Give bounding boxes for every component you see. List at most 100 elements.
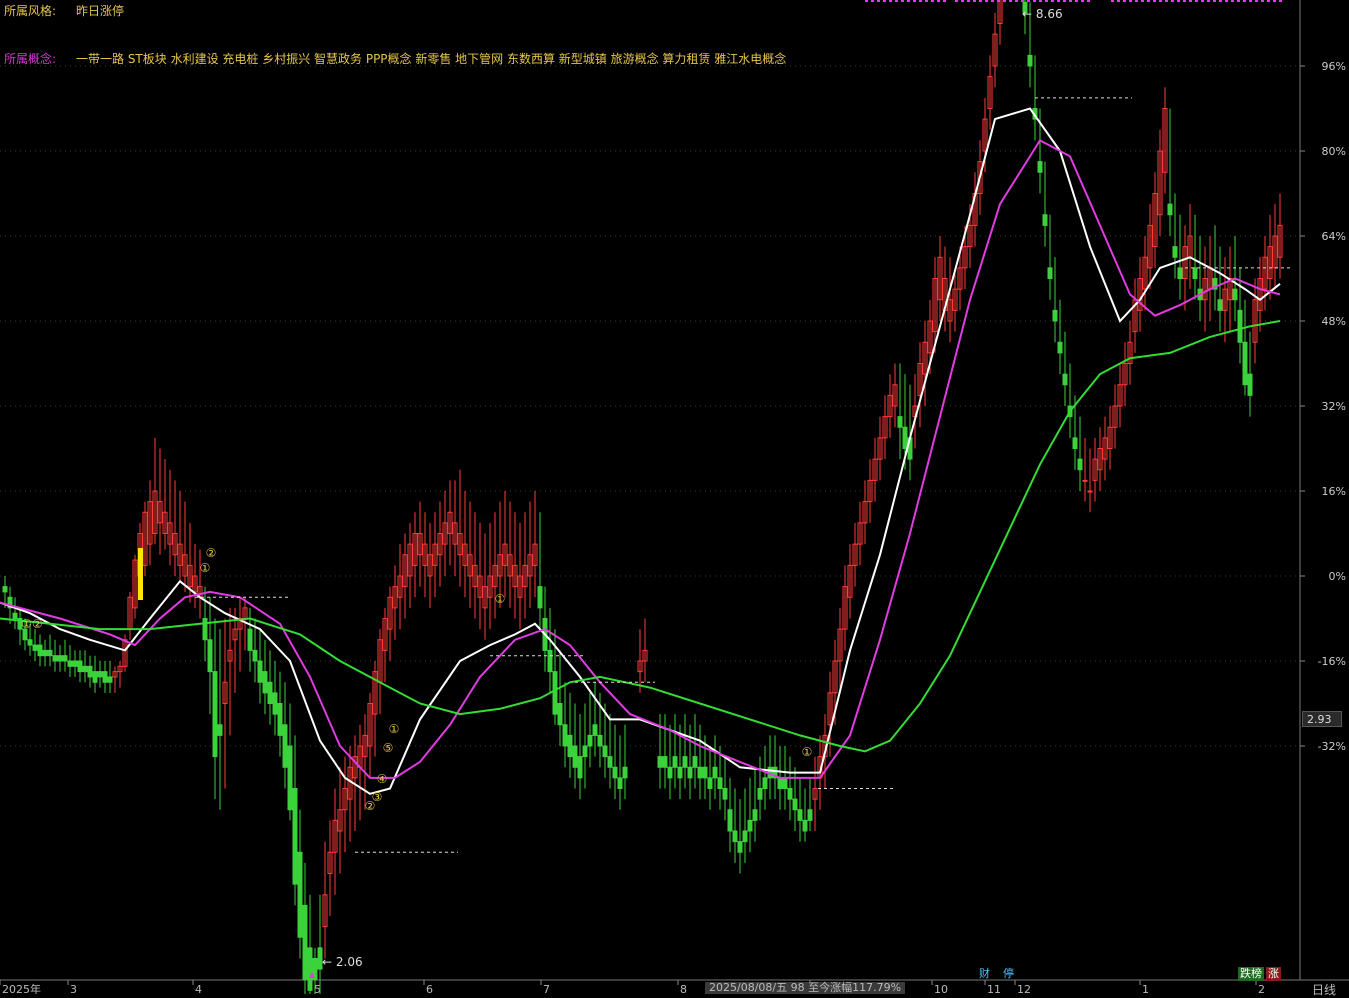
candle-body	[1232, 288, 1238, 301]
top-marker	[1159, 0, 1162, 2]
x-tick-label: 7	[543, 983, 550, 994]
candle-body	[622, 766, 628, 779]
candle-body	[1177, 267, 1183, 279]
candle-body	[37, 644, 43, 657]
top-marker	[1177, 0, 1180, 2]
top-marker	[1033, 0, 1036, 2]
top-marker	[913, 0, 916, 2]
top-marker	[1081, 0, 1084, 2]
limit-up-badge[interactable]: 涨	[1266, 967, 1281, 981]
top-marker	[1267, 0, 1270, 2]
y-tick-label: -16%	[1318, 655, 1346, 668]
top-marker	[1165, 0, 1168, 2]
cursor-status-bar: 2025/08/08/五 98 至今涨幅117.79%	[705, 982, 906, 994]
candle-body	[687, 766, 693, 779]
candle-body	[102, 671, 108, 683]
x-tick-label: 4	[195, 983, 202, 994]
candle-body	[562, 724, 568, 747]
candle-body	[62, 655, 68, 662]
top-marker	[1195, 0, 1198, 2]
top-marker	[865, 0, 868, 2]
y-tick-label: -32%	[1318, 740, 1346, 753]
candle-body	[1042, 214, 1048, 226]
candle-body	[107, 676, 113, 683]
candle-body	[792, 798, 798, 811]
circled-mark: ③	[372, 790, 383, 804]
top-marker	[1225, 0, 1228, 2]
candle-body	[277, 703, 283, 736]
candle-body	[577, 756, 583, 779]
candle-body	[207, 639, 213, 673]
candle-body	[1192, 267, 1198, 279]
top-marker	[877, 0, 880, 2]
candle-body	[717, 777, 723, 789]
candle-body	[1217, 299, 1223, 311]
candle-body	[702, 766, 708, 779]
candle-body	[47, 649, 53, 657]
top-marker	[1111, 0, 1114, 2]
candle-body	[287, 745, 293, 811]
top-marker	[985, 0, 988, 2]
top-marker	[943, 0, 946, 2]
candlestick-chart[interactable]: 128%112%96%80%64%48%32%16%0%-16%-32%2025…	[0, 0, 1349, 994]
top-marker	[1207, 0, 1210, 2]
top-marker	[1069, 0, 1072, 2]
top-marker	[961, 0, 964, 2]
candle-body	[307, 947, 313, 991]
candle-body	[272, 692, 278, 715]
style-label: 所属风格:	[4, 4, 57, 18]
top-marker	[1219, 0, 1222, 2]
candle-body	[737, 841, 743, 853]
top-marker	[1135, 0, 1138, 2]
x-tick-label: 11	[987, 983, 1001, 994]
candle-body	[712, 766, 718, 779]
concept-label: 所属概念:	[4, 52, 57, 66]
candle-body	[692, 756, 698, 768]
top-marker	[1075, 0, 1078, 2]
circled-mark: ⑤	[383, 741, 394, 755]
top-marker	[925, 0, 928, 2]
candle-body	[557, 703, 563, 726]
candle-body	[1172, 246, 1178, 258]
candle-body	[202, 618, 208, 641]
top-marker	[1237, 0, 1240, 2]
top-marker	[1087, 0, 1090, 2]
y-tick-label: 16%	[1322, 485, 1346, 498]
rank-badge[interactable]: 跌榜	[1238, 967, 1264, 981]
top-marker	[901, 0, 904, 2]
candle-body	[547, 649, 553, 673]
top-marker	[895, 0, 898, 2]
circled-mark: ①	[495, 592, 506, 606]
candle-body	[1237, 309, 1243, 343]
finance-badge[interactable]: 财	[978, 967, 991, 981]
candle-body	[662, 756, 668, 768]
candle-body	[1167, 203, 1173, 216]
top-marker	[889, 0, 892, 2]
top-marker	[1153, 0, 1156, 2]
candle-body	[1072, 437, 1078, 449]
candle-body	[87, 665, 93, 678]
candle-body	[257, 660, 263, 683]
top-marker	[919, 0, 922, 2]
top-marker	[1243, 0, 1246, 2]
top-marker	[1039, 0, 1042, 2]
y-tick-label: 80%	[1322, 145, 1346, 158]
candle-body	[567, 734, 573, 758]
candle-body	[707, 777, 713, 789]
top-marker	[991, 0, 994, 2]
candle-body	[2, 586, 8, 593]
candle-body	[247, 628, 253, 651]
circled-mark: ①	[200, 561, 211, 575]
candle-body	[597, 734, 603, 747]
top-marker	[1123, 0, 1126, 2]
top-marker	[1129, 0, 1132, 2]
candle-body	[612, 766, 618, 779]
candle-body	[302, 904, 308, 981]
candle-body	[572, 745, 578, 768]
top-marker	[1057, 0, 1060, 2]
candle-body	[1047, 267, 1053, 279]
halt-badge[interactable]: 停	[1002, 967, 1015, 981]
period-label[interactable]: 日线	[1312, 981, 1336, 998]
top-marker	[1015, 0, 1018, 2]
top-marker	[1231, 0, 1234, 2]
